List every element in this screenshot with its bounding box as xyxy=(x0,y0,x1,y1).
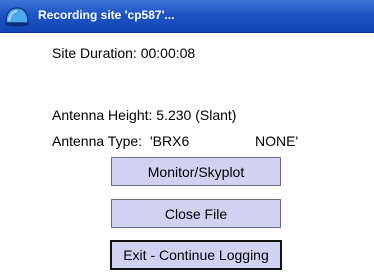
close-file-button[interactable]: Close File xyxy=(111,199,281,228)
antenna-type-value: 'BRX6 xyxy=(150,133,190,149)
antenna-type-label: Antenna Type: xyxy=(52,133,143,149)
window-title: Recording site 'cp587'... xyxy=(38,8,175,22)
antenna-height-text: Antenna Height: 5.230 (Slant) xyxy=(52,107,237,123)
title-bar: Recording site 'cp587'... xyxy=(0,0,374,33)
recording-dialog: Recording site 'cp587'... Site Duration:… xyxy=(0,0,374,277)
exit-continue-logging-button[interactable]: Exit - Continue Logging xyxy=(110,240,282,270)
antenna-radome-value: NONE' xyxy=(255,133,299,149)
app-globe-icon xyxy=(4,5,30,27)
site-duration-text: Site Duration: 00:00:08 xyxy=(52,45,196,61)
monitor-skyplot-button[interactable]: Monitor/Skyplot xyxy=(111,157,281,186)
